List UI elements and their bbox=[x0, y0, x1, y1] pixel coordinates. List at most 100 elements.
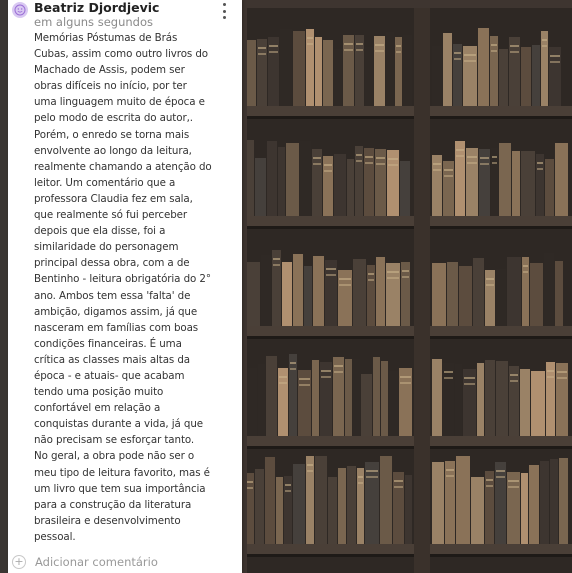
shelf-plank bbox=[242, 326, 572, 336]
book-band bbox=[279, 382, 287, 384]
book-spine bbox=[432, 263, 446, 326]
book-band bbox=[444, 371, 453, 373]
book-spine bbox=[555, 143, 568, 216]
book-spine bbox=[393, 472, 404, 544]
book-spine bbox=[355, 146, 363, 216]
shelf-plank bbox=[242, 544, 572, 554]
book-band bbox=[491, 44, 497, 46]
book-spine bbox=[313, 256, 324, 326]
book-spine bbox=[338, 468, 346, 544]
book-band bbox=[356, 43, 363, 45]
book-spine bbox=[496, 361, 508, 436]
book-band bbox=[313, 157, 321, 159]
book-spine bbox=[473, 258, 484, 326]
book-band bbox=[269, 51, 278, 53]
book-band bbox=[394, 486, 403, 488]
book-spine bbox=[443, 363, 454, 436]
book-band bbox=[454, 52, 461, 54]
book-band bbox=[307, 470, 313, 472]
shelf-side bbox=[242, 0, 247, 573]
book-band bbox=[433, 169, 441, 171]
book-band bbox=[510, 45, 519, 47]
book-spine bbox=[432, 359, 442, 436]
book-band bbox=[456, 155, 464, 157]
book-band bbox=[375, 50, 384, 52]
book-spine bbox=[272, 250, 281, 326]
book-band bbox=[444, 175, 453, 177]
book-band bbox=[285, 490, 291, 492]
book-band bbox=[467, 162, 477, 164]
book-spine bbox=[455, 364, 462, 436]
book-spine bbox=[293, 31, 305, 106]
book-spine bbox=[343, 35, 354, 106]
book-band bbox=[446, 475, 454, 477]
book-spine bbox=[485, 471, 494, 544]
book-band bbox=[375, 44, 384, 46]
book-spine bbox=[258, 364, 265, 436]
book-band bbox=[547, 376, 554, 378]
book-band bbox=[273, 264, 280, 266]
book-band bbox=[387, 277, 399, 279]
user-avatar-icon[interactable] bbox=[12, 2, 28, 18]
book-spine bbox=[312, 360, 319, 436]
book-band bbox=[491, 50, 497, 52]
shelf-shadow bbox=[242, 336, 572, 339]
shelf-divider bbox=[414, 0, 430, 573]
book-band bbox=[299, 384, 310, 386]
book-spine bbox=[353, 259, 366, 326]
book-band bbox=[388, 164, 398, 166]
book-spine bbox=[507, 472, 520, 544]
book-band bbox=[388, 158, 398, 160]
book-band bbox=[444, 377, 453, 379]
book-spine bbox=[306, 456, 314, 544]
book-spine bbox=[282, 262, 292, 326]
book-band bbox=[444, 169, 453, 171]
book-band bbox=[486, 278, 494, 280]
book-band bbox=[334, 365, 343, 367]
book-spine bbox=[300, 141, 311, 216]
book-band bbox=[557, 371, 567, 373]
book-spine bbox=[246, 140, 254, 216]
book-spine bbox=[334, 154, 346, 216]
book-spine bbox=[400, 161, 410, 216]
book-band bbox=[510, 380, 518, 382]
book-spine bbox=[555, 261, 563, 326]
post-author[interactable]: Beatriz Djordjevic bbox=[34, 0, 159, 15]
add-comment-button[interactable]: + Adicionar comentário bbox=[12, 553, 158, 571]
more-vert-icon[interactable] bbox=[218, 2, 230, 20]
book-band bbox=[467, 156, 477, 158]
book-spine bbox=[491, 148, 498, 216]
shelf-plank bbox=[242, 436, 572, 446]
book-spine bbox=[521, 151, 535, 216]
book-spine bbox=[304, 266, 312, 326]
book-band bbox=[396, 51, 401, 53]
book-band bbox=[285, 484, 291, 486]
book-band bbox=[464, 383, 475, 385]
shelf-shadow bbox=[242, 446, 572, 449]
book-spine bbox=[364, 148, 374, 216]
book-spine bbox=[447, 262, 458, 326]
book-spine bbox=[456, 456, 470, 544]
book-band bbox=[523, 265, 528, 267]
book-band bbox=[324, 170, 332, 172]
book-band bbox=[537, 162, 543, 164]
book-band bbox=[464, 54, 476, 56]
book-spine bbox=[529, 465, 539, 544]
book-band bbox=[394, 480, 403, 482]
book-band bbox=[496, 470, 505, 472]
book-band bbox=[510, 51, 519, 53]
book-spine bbox=[320, 362, 332, 436]
book-band bbox=[366, 476, 378, 478]
book-spine bbox=[293, 464, 305, 544]
book-band bbox=[486, 284, 494, 286]
book-band bbox=[273, 258, 280, 260]
book-spine bbox=[546, 362, 555, 436]
book-band bbox=[537, 168, 543, 170]
book-spine bbox=[357, 468, 364, 544]
book-spine bbox=[265, 457, 275, 544]
book-band bbox=[368, 273, 374, 275]
book-spine bbox=[278, 368, 288, 436]
book-band bbox=[279, 376, 287, 378]
book-band bbox=[446, 469, 454, 471]
book-band bbox=[307, 464, 313, 466]
